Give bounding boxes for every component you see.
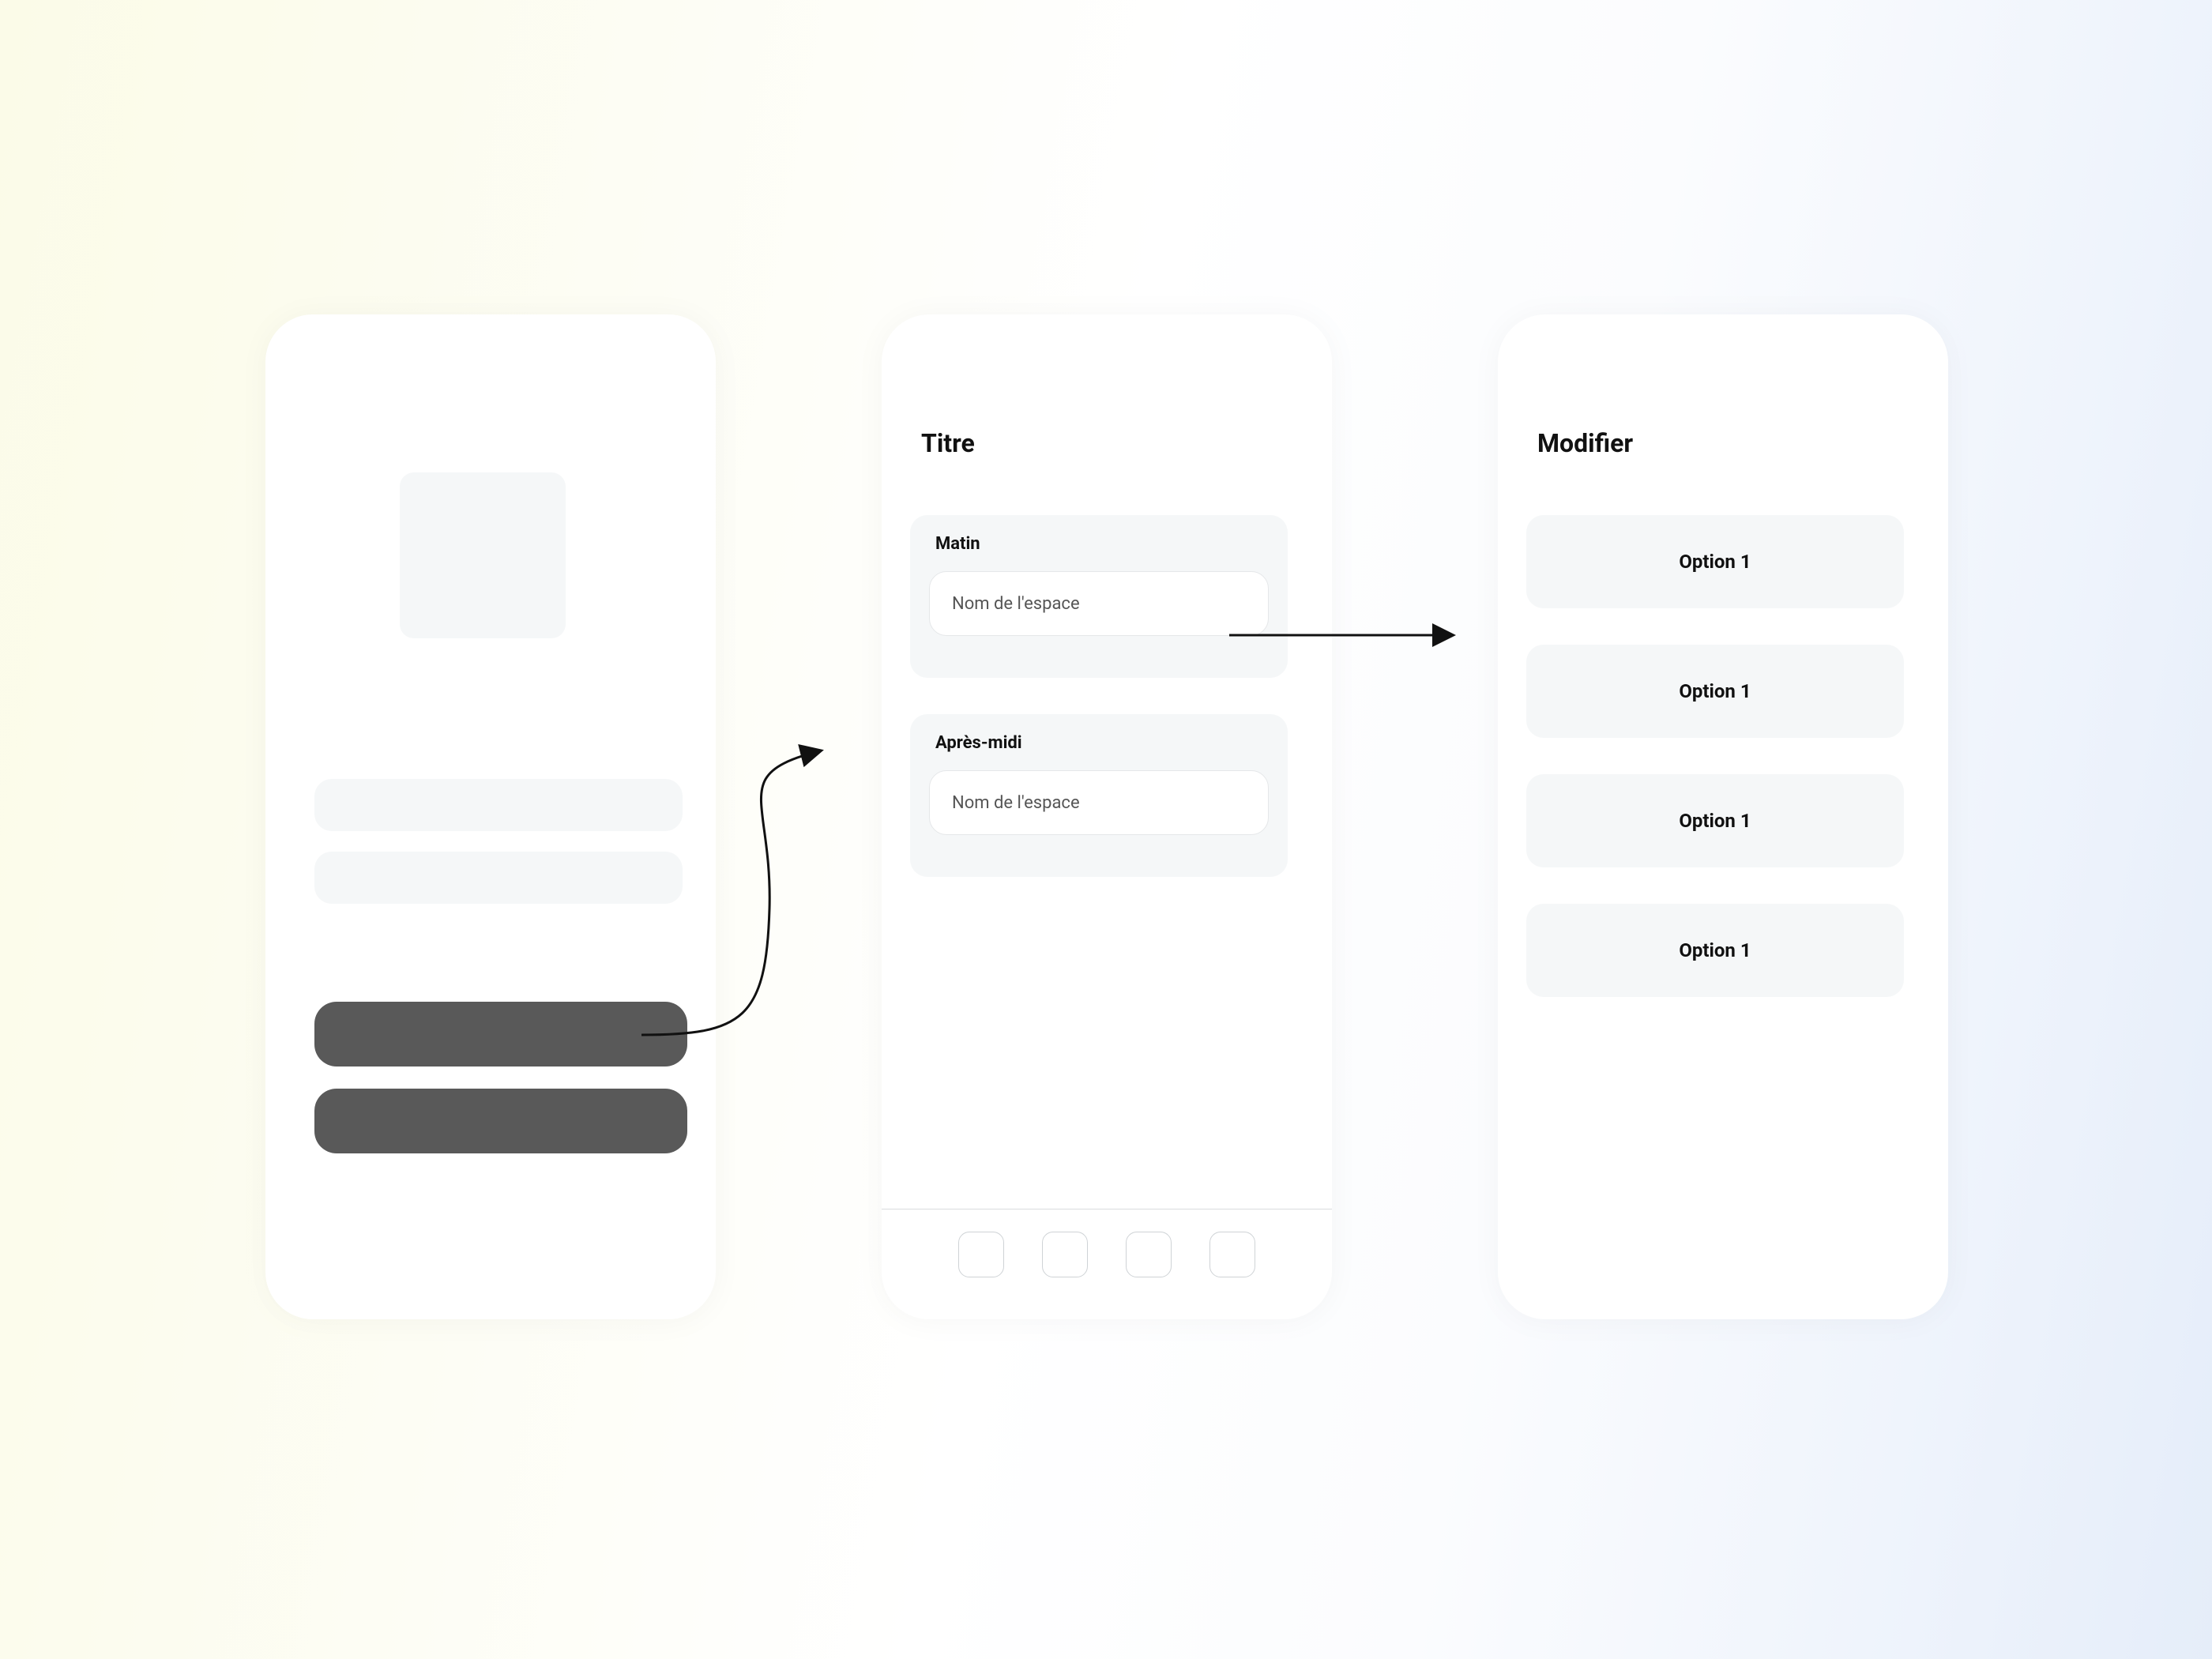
screen-title: Modifier	[1537, 428, 1633, 458]
text-line-placeholder	[314, 852, 683, 904]
nav-item-4[interactable]	[1209, 1232, 1255, 1277]
space-name-input-matin[interactable]: Nom de l'espace	[929, 571, 1269, 636]
section-apresmidi: Après-midi Nom de l'espace	[910, 714, 1288, 877]
nav-item-3[interactable]	[1126, 1232, 1172, 1277]
text-line-placeholder	[314, 779, 683, 831]
screen-1	[265, 314, 716, 1319]
section-label-apresmidi: Après-midi	[935, 733, 1269, 753]
image-placeholder	[400, 472, 566, 638]
bottom-navbar	[882, 1209, 1332, 1319]
secondary-button-placeholder[interactable]	[314, 1089, 687, 1153]
nav-item-2[interactable]	[1042, 1232, 1088, 1277]
screen-3: Modifier Option 1 Option 1 Option 1 Opti…	[1498, 314, 1948, 1319]
screen-title: Titre	[921, 428, 975, 458]
space-name-input-apresmidi[interactable]: Nom de l'espace	[929, 770, 1269, 835]
option-2[interactable]: Option 1	[1526, 645, 1904, 738]
section-matin: Matin Nom de l'espace	[910, 515, 1288, 678]
nav-item-1[interactable]	[958, 1232, 1004, 1277]
option-3[interactable]: Option 1	[1526, 774, 1904, 867]
primary-button-placeholder[interactable]	[314, 1002, 687, 1066]
screen-2: Titre Matin Nom de l'espace Après-midi N…	[882, 314, 1332, 1319]
section-label-matin: Matin	[935, 534, 1269, 554]
option-1[interactable]: Option 1	[1526, 515, 1904, 608]
option-4[interactable]: Option 1	[1526, 904, 1904, 997]
